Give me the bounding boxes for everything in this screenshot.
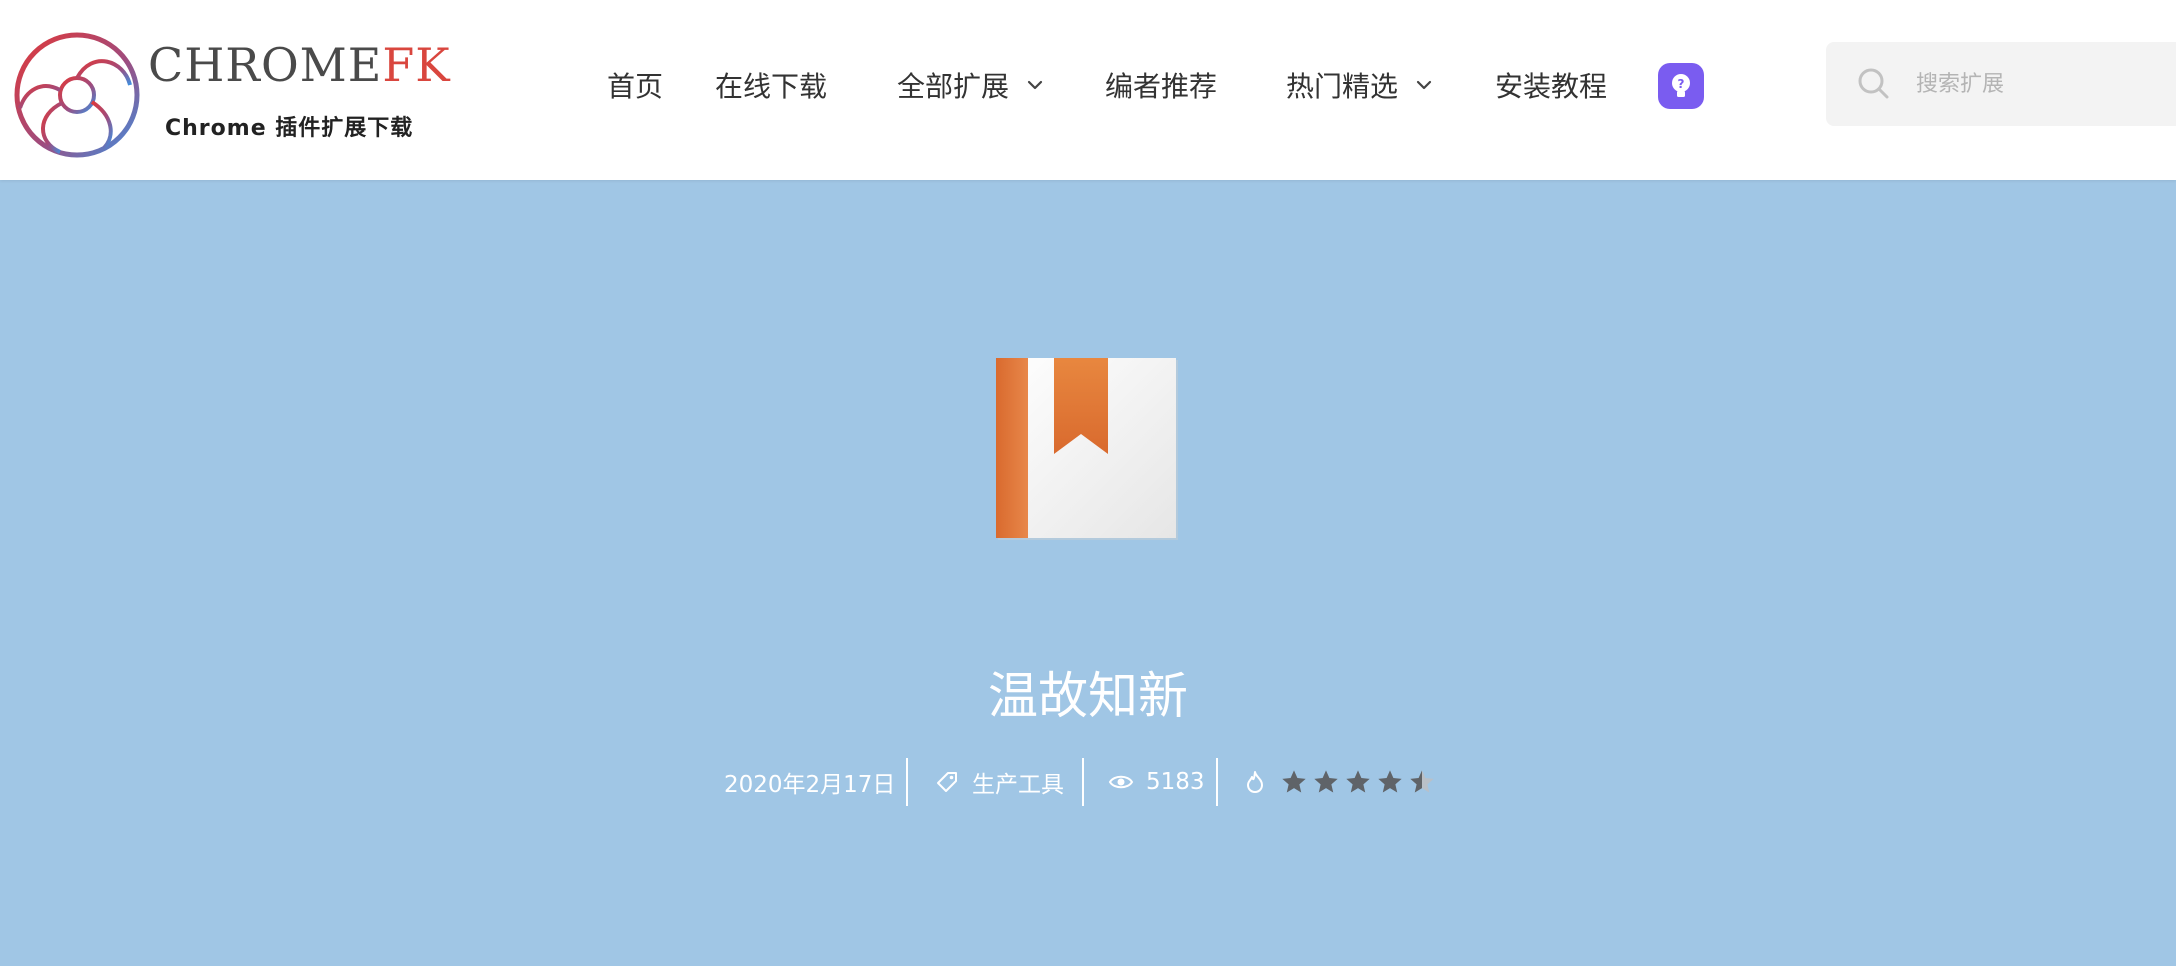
meta-rating [1242, 758, 1440, 806]
meta-category[interactable]: 生产工具 [934, 758, 1064, 806]
nav-item-all-extensions[interactable]: 全部扩展 [897, 60, 1043, 110]
lightbulb-icon: ? [1672, 74, 1690, 97]
tips-button[interactable]: ? [1658, 63, 1704, 109]
nav-item-online-download[interactable]: 在线下载 [715, 60, 827, 110]
brand-wordmark: CHROMEFK [148, 38, 451, 92]
meta-divider [906, 758, 908, 806]
nav-item-label: 全部扩展 [897, 70, 1010, 103]
nav-item-label: 安装教程 [1495, 70, 1608, 103]
nav-item-label: 在线下载 [715, 70, 828, 103]
brand-subtitle: Chrome 插件扩展下载 [165, 116, 414, 141]
search-input[interactable] [1916, 62, 2176, 106]
star-full-icon [1346, 770, 1370, 793]
meta-views: 5183 [1108, 758, 1205, 806]
star-full-icon [1378, 770, 1402, 793]
rating-stars [1280, 768, 1440, 796]
svg-text:?: ? [1678, 77, 1685, 91]
meta-divider [1216, 758, 1218, 806]
brand-word-accent: FK [382, 38, 451, 92]
star-full-icon [1314, 770, 1338, 793]
nav-item-install-guide[interactable]: 安装教程 [1495, 60, 1607, 110]
fire-icon [1247, 771, 1263, 793]
nav-item-label: 首页 [607, 70, 664, 103]
nav-item-hot-picks[interactable]: 热门精选 [1286, 60, 1432, 110]
star-full-icon [1282, 770, 1306, 793]
tag-icon [937, 772, 957, 792]
publish-date: 2020年2月17日 [724, 772, 896, 798]
view-count: 5183 [1146, 769, 1205, 795]
site-logo[interactable]: CHROMEFK Chrome 插件扩展下载 [12, 30, 450, 160]
nav-item-home[interactable]: 首页 [607, 60, 663, 110]
extension-book-icon [996, 358, 1178, 540]
meta-date: 2020年2月17日 [724, 758, 895, 806]
nav-item-label: 编者推荐 [1105, 70, 1218, 103]
nav-item-label: 热门精选 [1286, 70, 1399, 103]
search-icon[interactable] [1856, 66, 1892, 102]
chevron-down-icon [1027, 80, 1043, 90]
brand-word-main: CHROME [148, 38, 383, 92]
site-header: CHROMEFK Chrome 插件扩展下载 首页 在线下载 全部扩展 编者推荐… [0, 0, 2176, 180]
chevron-down-icon [1416, 80, 1432, 90]
extension-title: 温故知新 [988, 667, 1188, 725]
category-label: 生产工具 [972, 772, 1064, 798]
search-box [1826, 42, 2176, 126]
eye-icon [1108, 775, 1134, 789]
chromefk-logo-icon [14, 32, 140, 158]
meta-divider [1082, 758, 1084, 806]
star-half-icon [1410, 770, 1434, 793]
nav-item-editor-picks[interactable]: 编者推荐 [1105, 60, 1217, 110]
